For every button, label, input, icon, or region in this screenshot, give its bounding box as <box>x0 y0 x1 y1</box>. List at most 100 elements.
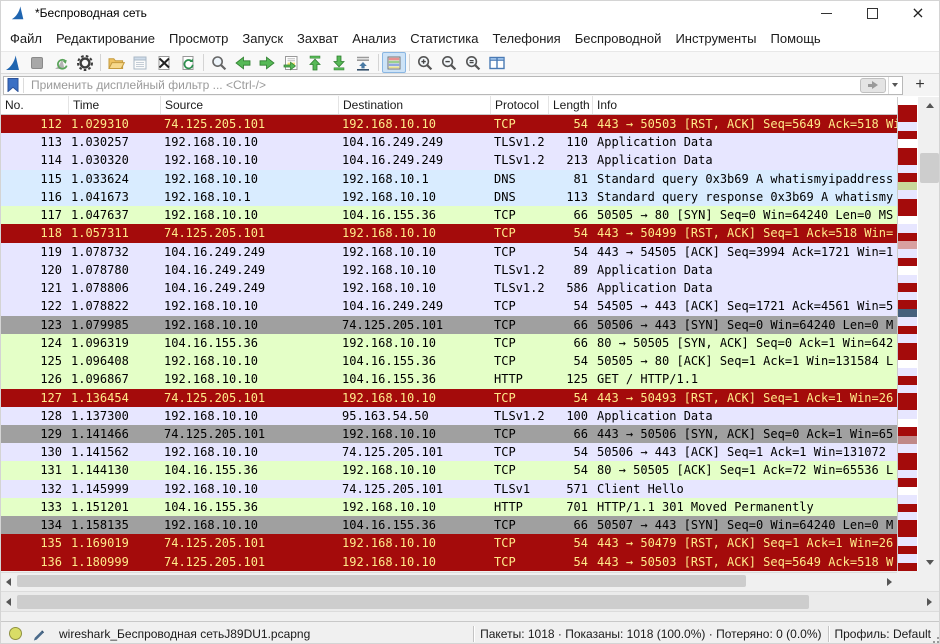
go-back-icon[interactable] <box>231 52 255 73</box>
restart-capture-icon[interactable] <box>49 52 73 73</box>
find-packet-icon[interactable] <box>207 52 231 73</box>
packet-row[interactable]: 1241.096319104.16.155.36192.168.10.10TCP… <box>1 334 897 352</box>
cell-info: 443 → 54505 [ACK] Seq=3994 Ack=1721 Win=… <box>593 243 897 261</box>
minimize-button[interactable] <box>803 1 849 25</box>
packet-row[interactable]: 1291.14146674.125.205.101192.168.10.10TC… <box>1 425 897 443</box>
vertical-scrollbar[interactable] <box>918 97 940 571</box>
column-header-info[interactable]: Info <box>593 96 897 114</box>
packet-row[interactable]: 1181.05731174.125.205.101192.168.10.10TC… <box>1 224 897 242</box>
scroll-left-arrow-2[interactable] <box>1 592 16 611</box>
menu-capture[interactable]: Захват <box>290 27 345 50</box>
menu-telephony[interactable]: Телефония <box>485 27 567 50</box>
packet-row[interactable]: 1271.13645474.125.205.101192.168.10.10TC… <box>1 389 897 407</box>
display-filter-field[interactable] <box>3 76 903 95</box>
expert-info-indicator-icon[interactable] <box>9 627 22 640</box>
apply-filter-button[interactable] <box>860 78 886 93</box>
packet-minimap[interactable] <box>897 97 917 571</box>
secondary-hscrollbar[interactable] <box>1 591 940 612</box>
menu-wireless[interactable]: Беспроводной <box>568 27 669 50</box>
cell-time: 1.078806 <box>69 279 161 297</box>
packet-row[interactable]: 1191.078732104.16.249.249192.168.10.10TC… <box>1 243 897 261</box>
hscroll-thumb-1[interactable] <box>17 575 746 587</box>
menu-view[interactable]: Просмотр <box>162 27 235 50</box>
menu-analyze[interactable]: Анализ <box>345 27 403 50</box>
go-forward-icon[interactable] <box>255 52 279 73</box>
packet-row[interactable]: 1131.030257192.168.10.10104.16.249.249TL… <box>1 133 897 151</box>
column-header-no[interactable]: No. <box>1 96 69 114</box>
menu-help[interactable]: Помощь <box>764 27 828 50</box>
packet-row[interactable]: 1311.144130104.16.155.36192.168.10.10TCP… <box>1 461 897 479</box>
window-title: *Беспроводная сеть <box>35 6 803 20</box>
column-header-protocol[interactable]: Protocol <box>491 96 549 114</box>
cell-no: 131 <box>1 461 69 479</box>
capture-file-name[interactable]: wireshark_Беспроводная сетьJ89DU1.pcapng <box>59 627 467 641</box>
packet-row[interactable]: 1251.096408192.168.10.10104.16.155.36TCP… <box>1 352 897 370</box>
go-to-top-icon[interactable] <box>303 52 327 73</box>
colorize-packets-icon[interactable] <box>382 52 406 73</box>
filter-dropdown-caret[interactable] <box>888 77 901 94</box>
reload-file-icon[interactable] <box>176 52 200 73</box>
packet-row[interactable]: 1151.033624192.168.10.10192.168.10.1DNS8… <box>1 170 897 188</box>
go-to-packet-icon[interactable] <box>279 52 303 73</box>
zoom-out-icon[interactable] <box>437 52 461 73</box>
packet-row[interactable]: 1221.078822192.168.10.10104.16.249.249TC… <box>1 297 897 315</box>
scroll-down-arrow[interactable] <box>918 554 940 571</box>
start-capture-icon[interactable] <box>1 52 25 73</box>
cell-len: 110 <box>549 133 593 151</box>
scroll-up-arrow[interactable] <box>918 97 940 114</box>
cell-info: GET / HTTP/1.1 <box>593 370 897 388</box>
packet-row[interactable]: 1161.041673192.168.10.1192.168.10.10DNS1… <box>1 188 897 206</box>
packet-row[interactable]: 1211.078806104.16.249.249192.168.10.10TL… <box>1 279 897 297</box>
profile-text[interactable]: Профиль: Default <box>835 627 932 641</box>
scroll-right-arrow[interactable] <box>882 573 897 590</box>
close-button[interactable]: × <box>895 1 940 25</box>
vertical-scroll-thumb[interactable] <box>920 153 939 183</box>
cell-time: 1.169019 <box>69 534 161 552</box>
go-to-bottom-icon[interactable] <box>327 52 351 73</box>
open-file-icon[interactable] <box>104 52 128 73</box>
packet-row[interactable]: 1331.151201104.16.155.36192.168.10.10HTT… <box>1 498 897 516</box>
zoom-original-icon[interactable] <box>461 52 485 73</box>
column-header-length[interactable]: Length <box>549 96 593 114</box>
packet-row[interactable]: 1171.047637192.168.10.10104.16.155.36TCP… <box>1 206 897 224</box>
menu-statistics[interactable]: Статистика <box>403 27 485 50</box>
capture-comment-icon[interactable] <box>32 626 47 641</box>
packet-row[interactable]: 1301.141562192.168.10.1074.125.205.101TC… <box>1 443 897 461</box>
packet-row[interactable]: 1341.158135192.168.10.10104.16.155.36TCP… <box>1 516 897 534</box>
cell-len: 213 <box>549 151 593 169</box>
packet-row[interactable]: 1231.079985192.168.10.1074.125.205.101TC… <box>1 316 897 334</box>
packet-row[interactable]: 1141.030320192.168.10.10104.16.249.249TL… <box>1 151 897 169</box>
packet-row[interactable]: 1361.18099974.125.205.101192.168.10.10TC… <box>1 553 897 571</box>
column-header-time[interactable]: Time <box>69 96 161 114</box>
packet-row[interactable]: 1261.096867192.168.10.10104.16.155.36HTT… <box>1 370 897 388</box>
packet-row[interactable]: 1321.145999192.168.10.1074.125.205.101TL… <box>1 480 897 498</box>
menu-tools[interactable]: Инструменты <box>668 27 763 50</box>
filter-bookmark-icon[interactable] <box>7 78 19 92</box>
packet-row[interactable]: 1281.137300192.168.10.1095.163.54.50TLSv… <box>1 407 897 425</box>
capture-options-icon[interactable] <box>73 52 97 73</box>
menu-edit[interactable]: Редактирование <box>49 27 162 50</box>
auto-scroll-icon[interactable] <box>351 52 375 73</box>
column-header-source[interactable]: Source <box>161 96 339 114</box>
stop-capture-icon[interactable] <box>25 52 49 73</box>
packet-row[interactable]: 1201.078780104.16.249.249192.168.10.10TL… <box>1 261 897 279</box>
save-file-icon[interactable] <box>128 52 152 73</box>
packet-row[interactable]: 1351.16901974.125.205.101192.168.10.10TC… <box>1 534 897 552</box>
minimap-stripe <box>898 275 917 283</box>
hscroll-thumb-2[interactable] <box>17 595 809 609</box>
resize-columns-icon[interactable] <box>485 52 509 73</box>
menu-go[interactable]: Запуск <box>235 27 290 50</box>
packet-list-hscrollbar[interactable] <box>1 572 897 590</box>
zoom-in-icon[interactable] <box>413 52 437 73</box>
scroll-right-arrow-2[interactable] <box>922 592 937 611</box>
menu-file[interactable]: Файл <box>3 27 49 50</box>
display-filter-input[interactable] <box>29 77 860 93</box>
column-header-destination[interactable]: Destination <box>339 96 491 114</box>
resize-grip[interactable] <box>931 635 939 643</box>
add-filter-button[interactable]: + <box>909 75 931 95</box>
cell-proto: TCP <box>491 389 549 407</box>
close-file-icon[interactable] <box>152 52 176 73</box>
packet-row[interactable]: 1121.02931074.125.205.101192.168.10.10TC… <box>1 115 897 133</box>
maximize-button[interactable] <box>849 1 895 25</box>
scroll-left-arrow[interactable] <box>1 573 16 590</box>
